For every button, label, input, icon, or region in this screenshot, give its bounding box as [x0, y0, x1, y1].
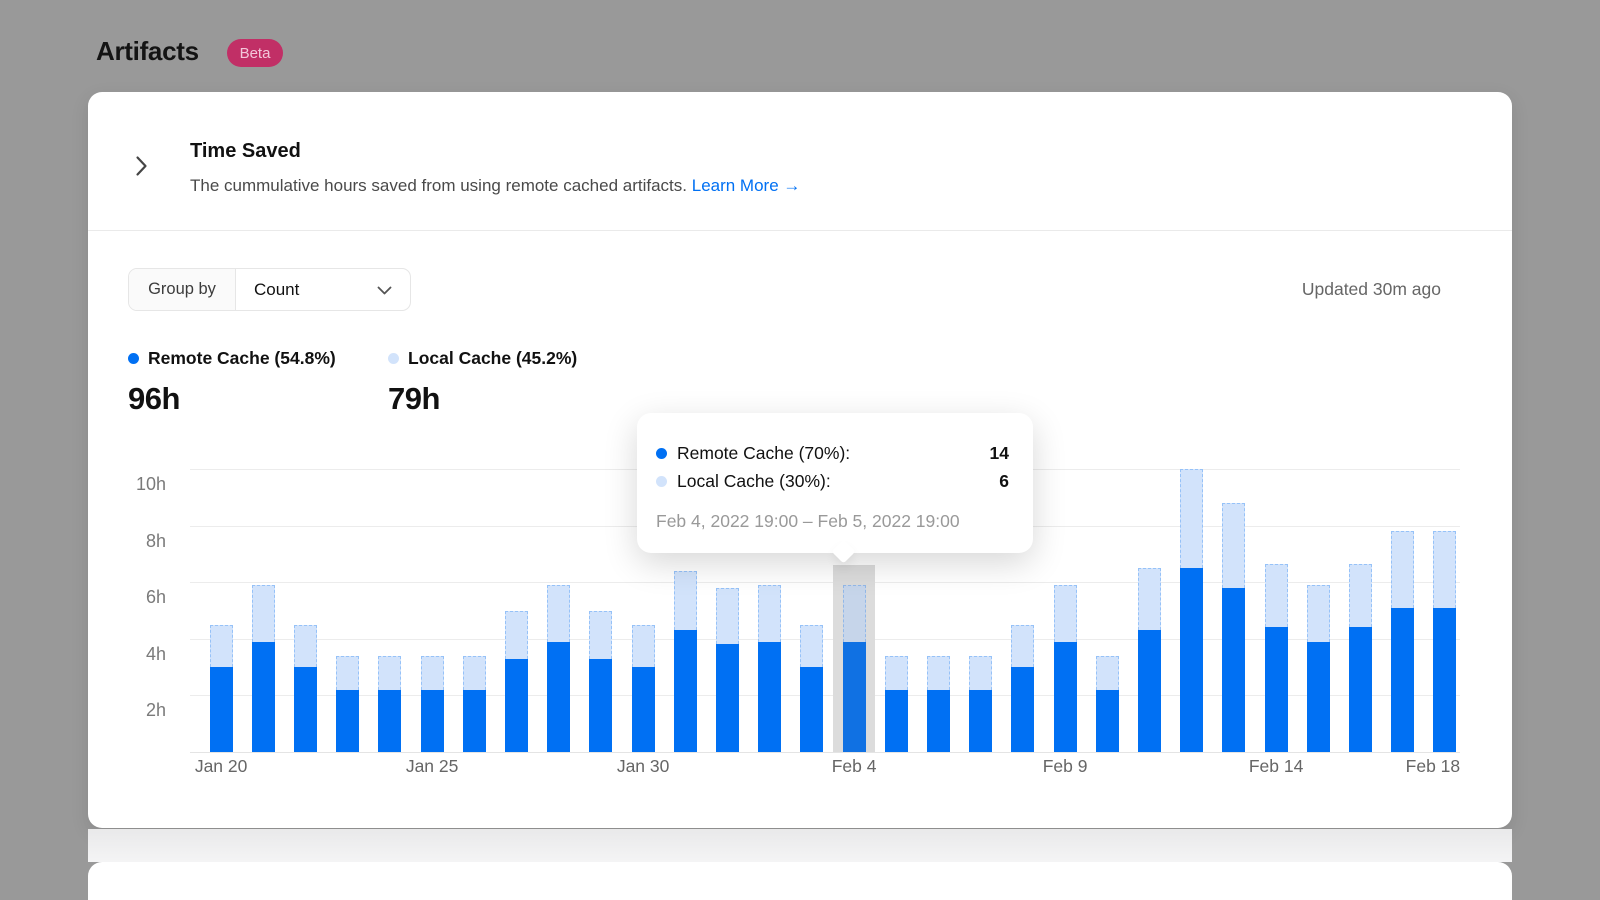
chevron-down-icon — [377, 280, 392, 300]
chart-tooltip: Remote Cache (70%): 14 Local Cache (30%)… — [637, 413, 1033, 553]
tooltip-value-local: 6 — [999, 471, 1009, 492]
remote-cache-dot — [656, 448, 667, 459]
beta-badge: Beta — [227, 39, 283, 67]
local-cache-dot — [656, 476, 667, 487]
legend-item-remote[interactable]: Remote Cache (54.8%) — [128, 348, 336, 369]
tooltip-row-remote: Remote Cache (70%): 14 — [656, 439, 1009, 467]
page-title: Artifacts — [96, 36, 199, 67]
local-cache-dot — [388, 353, 399, 364]
legend-label-local: Local Cache (45.2%) — [408, 348, 577, 369]
legend-label-remote: Remote Cache (54.8%) — [148, 348, 336, 369]
tooltip-row-local: Local Cache (30%): 6 — [656, 467, 1009, 495]
card-title: Time Saved — [190, 140, 301, 163]
legend-item-local[interactable]: Local Cache (45.2%) — [388, 348, 577, 369]
beta-badge-label: Beta — [240, 45, 271, 62]
page: Artifacts Beta Time Saved The cummulativ… — [0, 0, 1600, 900]
group-by-value: Count — [254, 280, 299, 300]
local-cache-total: 79h — [388, 381, 440, 417]
group-by-label: Group by — [129, 269, 236, 310]
group-by-control: Group by Count — [128, 268, 411, 311]
divider — [88, 230, 1512, 231]
card-description: The cummulative hours saved from using r… — [190, 176, 800, 196]
next-card — [88, 862, 1512, 900]
remote-cache-dot — [128, 353, 139, 364]
remote-cache-total: 96h — [128, 381, 180, 417]
chevron-right-icon[interactable] — [134, 153, 149, 184]
tooltip-date-range: Feb 4, 2022 19:00 – Feb 5, 2022 19:00 — [656, 511, 1009, 532]
tooltip-value-remote: 14 — [990, 443, 1009, 464]
learn-more-link[interactable]: Learn More → — [692, 176, 801, 195]
updated-timestamp: Updated 30m ago — [1302, 279, 1441, 300]
group-by-select[interactable]: Count — [236, 269, 410, 310]
card-gap — [88, 829, 1512, 862]
